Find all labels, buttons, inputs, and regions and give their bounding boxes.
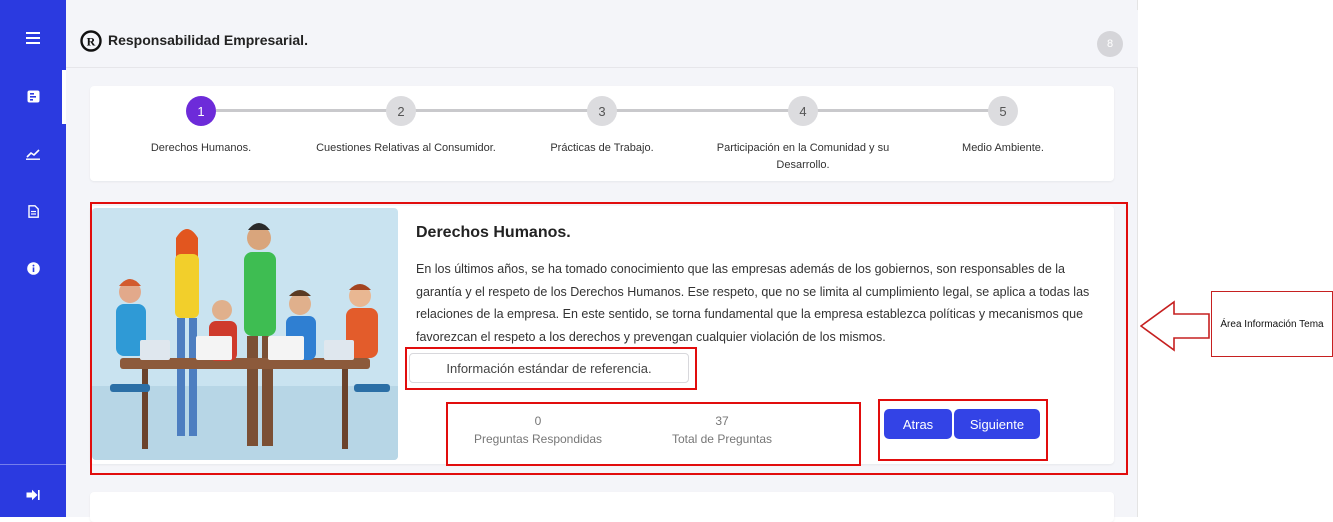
step-1-label[interactable]: Derechos Humanos. (106, 140, 296, 157)
form-icon[interactable] (22, 85, 44, 107)
step-3-label[interactable]: Prácticas de Trabajo. (507, 140, 697, 157)
buttons-highlight (878, 399, 1048, 461)
reference-button-highlight (405, 347, 697, 390)
step-4-circle[interactable]: 4 (788, 96, 818, 126)
sidebar (0, 0, 66, 517)
menu-icon[interactable] (22, 27, 44, 49)
step-2-circle[interactable]: 2 (386, 96, 416, 126)
top-bar: R Responsabilidad Empresarial. 8 (66, 10, 1138, 68)
callout-arrow-icon (1139, 300, 1210, 352)
stats-highlight (446, 402, 861, 466)
chart-icon[interactable] (22, 143, 44, 165)
step-5-circle[interactable]: 5 (988, 96, 1018, 126)
document-icon[interactable] (22, 200, 44, 222)
callout-label: Área Información Tema (1211, 291, 1333, 357)
step-5-label[interactable]: Medio Ambiente. (908, 140, 1098, 157)
step-4-label[interactable]: Participación en la Comunidad y su Desar… (698, 140, 908, 174)
brand-title: Responsabilidad Empresarial. (108, 32, 308, 48)
step-3-circle[interactable]: 3 (587, 96, 617, 126)
avatar[interactable]: 8 (1097, 31, 1123, 57)
sidebar-divider (0, 464, 66, 465)
info-icon[interactable] (22, 257, 44, 279)
logout-icon[interactable] (22, 484, 44, 506)
next-section-card (90, 492, 1114, 522)
step-1-circle[interactable]: 1 (186, 96, 216, 126)
brand-logo-icon: R (80, 30, 102, 52)
step-2-label[interactable]: Cuestiones Relativas al Consumidor. (306, 140, 506, 157)
svg-text:R: R (87, 34, 96, 48)
